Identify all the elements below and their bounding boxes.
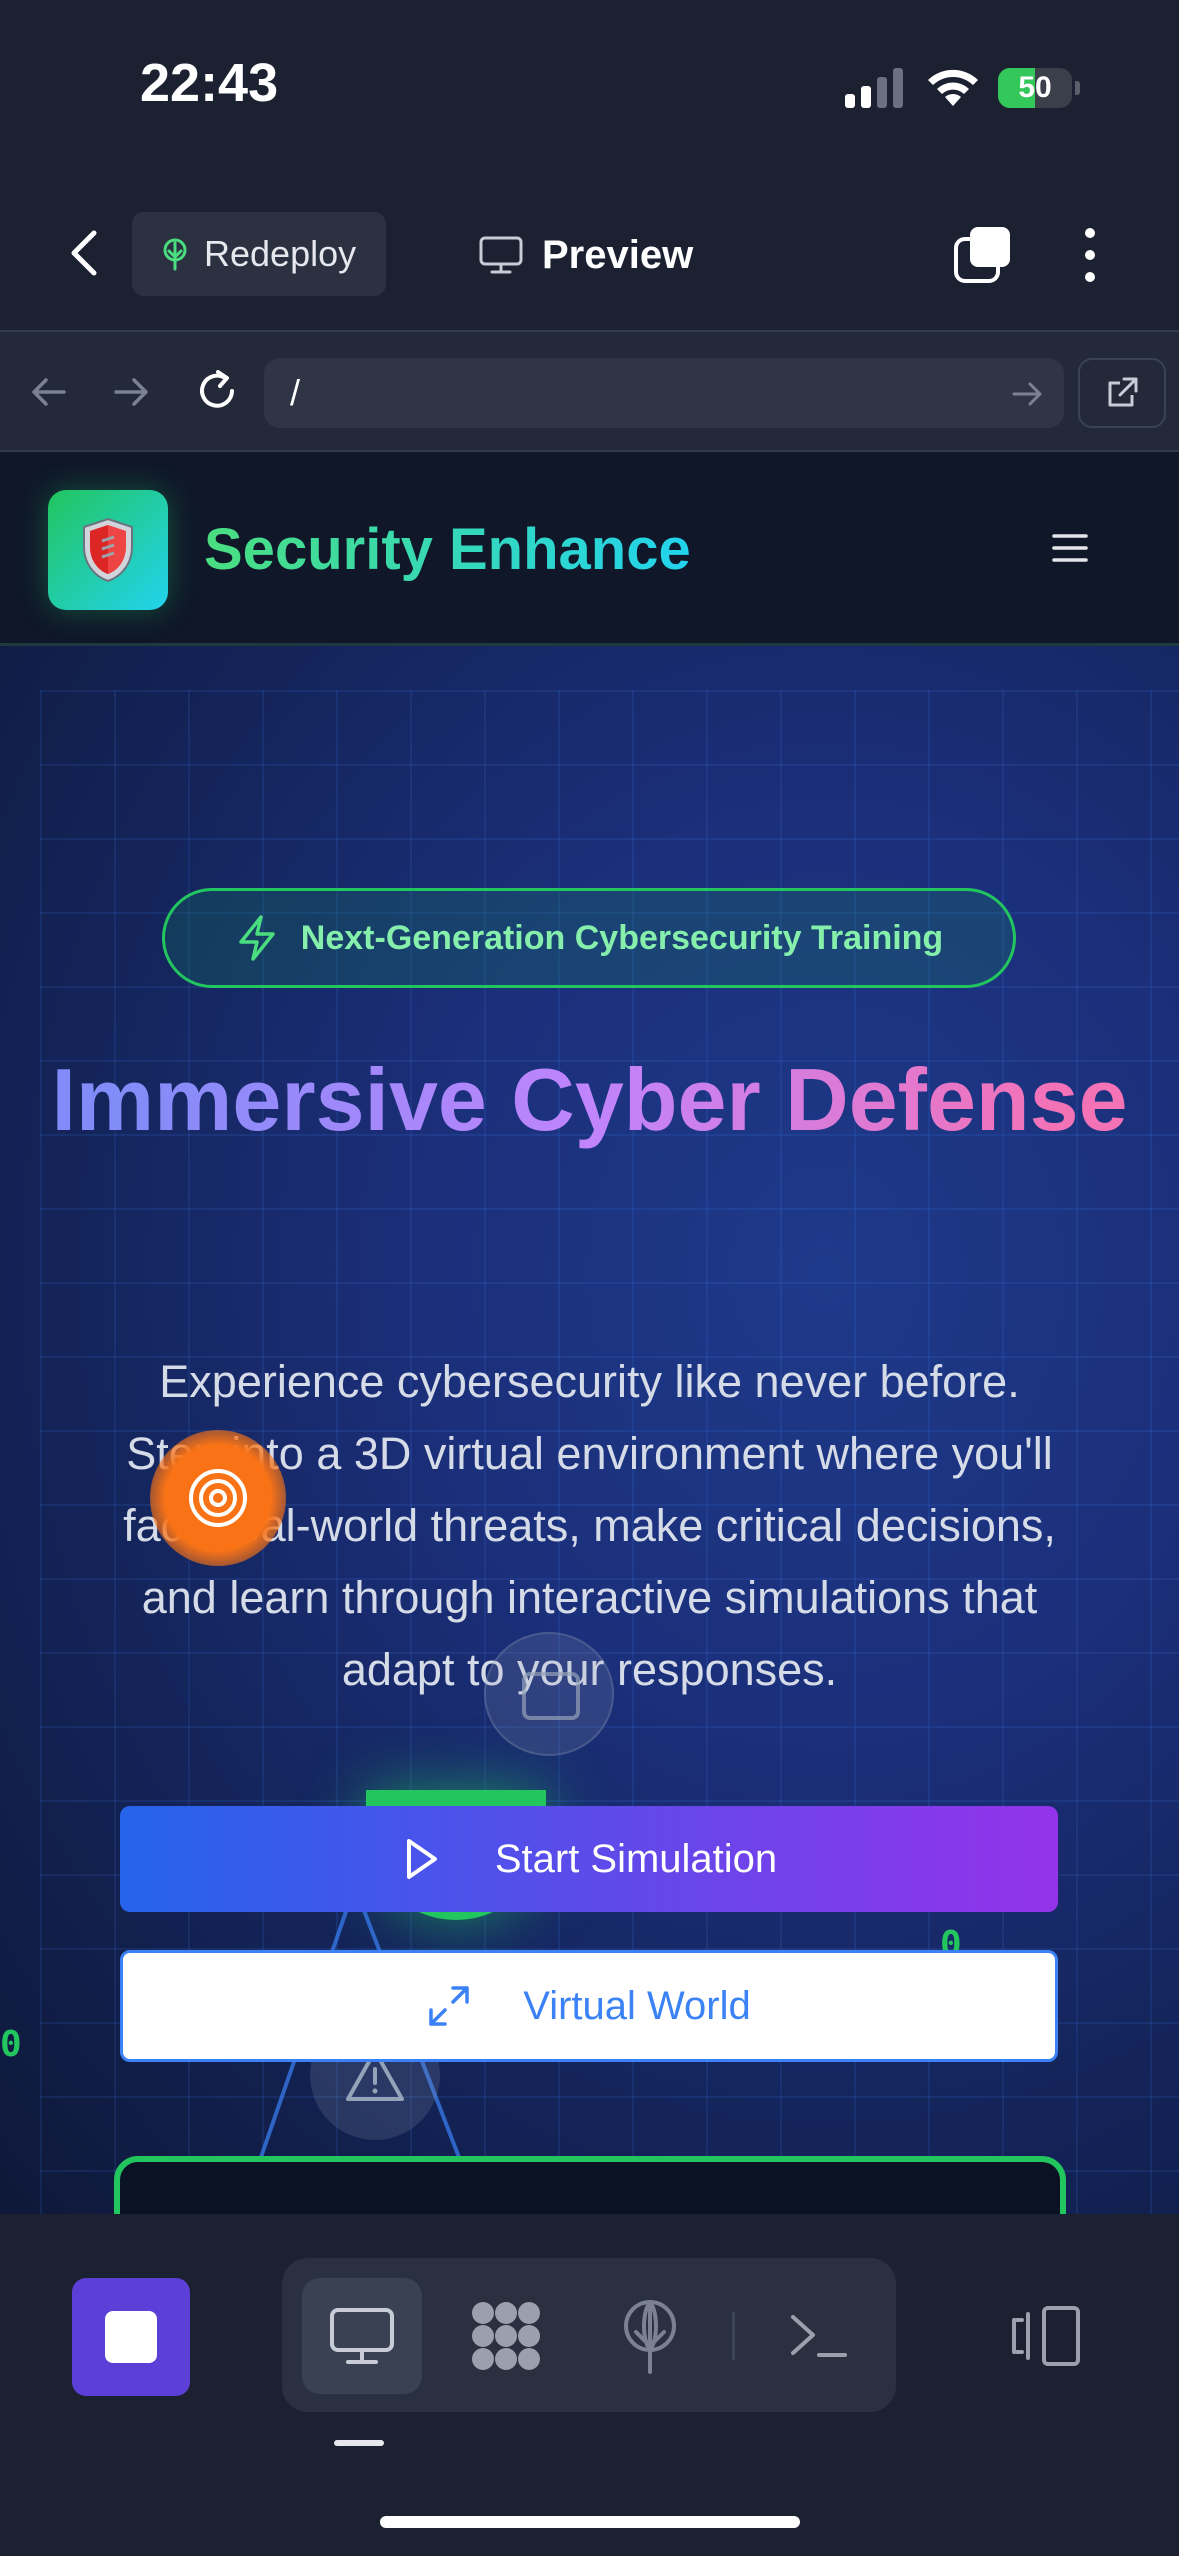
floating-digit: 0 [0, 2024, 22, 2065]
virtual-world-label: Virtual World [523, 1983, 751, 2028]
folder-node-decoration [484, 1632, 614, 1756]
terminal-icon [791, 2315, 847, 2357]
hero-badge-label: Next-Generation Cybersecurity Training [300, 918, 944, 957]
browser-url-bar: / [0, 330, 1179, 452]
lightning-icon [239, 915, 275, 961]
divider [732, 2312, 735, 2360]
site-header: Security Enhance [0, 452, 1179, 646]
go-arrow-icon[interactable] [1010, 376, 1046, 412]
reload-icon[interactable] [192, 366, 242, 416]
split-view-icon[interactable] [1008, 2304, 1084, 2368]
site-title[interactable]: Security Enhance [204, 516, 691, 583]
app-bar: Redeploy Preview [0, 175, 1179, 330]
modules-tab[interactable] [446, 2278, 566, 2394]
cellular-signal-icon [845, 68, 903, 108]
monitor-icon [330, 2308, 394, 2364]
hero-badge: Next-Generation Cybersecurity Training [162, 888, 1016, 988]
deploy-tab[interactable] [590, 2278, 710, 2394]
home-indicator [380, 2516, 800, 2528]
active-tab-indicator [334, 2440, 384, 2446]
bottom-toolbar [0, 2214, 1179, 2556]
hero-title: Immersive Cyber Defense [0, 1046, 1179, 1154]
more-vertical-icon[interactable] [1072, 225, 1108, 285]
battery-indicator: 50 [998, 68, 1080, 108]
battery-level: 50 [1018, 71, 1052, 104]
preview-button[interactable]: Preview [478, 215, 693, 295]
virtual-world-button[interactable]: Virtual World [120, 1950, 1058, 2062]
preview-label: Preview [542, 232, 694, 277]
tree-icon [624, 2300, 676, 2374]
redeploy-button[interactable]: Redeploy [132, 212, 386, 296]
monitor-icon [479, 236, 523, 274]
redeploy-label: Redeploy [204, 233, 357, 274]
status-bar: 22:43 50 [0, 0, 1179, 175]
view-switcher [282, 2258, 896, 2412]
expand-icon [429, 1986, 469, 2026]
site-logo[interactable] [48, 490, 168, 610]
stop-button[interactable] [72, 2278, 190, 2396]
status-time: 22:43 [140, 53, 279, 113]
open-external-button[interactable] [1078, 358, 1166, 428]
preview-tab[interactable] [302, 2278, 422, 2394]
chevron-left-icon[interactable] [60, 225, 110, 281]
start-simulation-button[interactable]: Start Simulation [120, 1806, 1058, 1912]
url-input[interactable]: / [264, 358, 1064, 428]
arrow-left-icon[interactable] [26, 370, 70, 414]
target-icon [150, 1430, 286, 1566]
tabs-icon[interactable] [952, 225, 1012, 285]
stop-icon [105, 2311, 157, 2363]
start-simulation-label: Start Simulation [494, 1836, 778, 1881]
terminal-tab[interactable] [758, 2278, 878, 2394]
arrow-right-icon[interactable] [110, 370, 154, 414]
external-link-icon [1108, 377, 1138, 407]
tree-icon [163, 238, 187, 271]
play-icon [406, 1839, 437, 1879]
wifi-icon [928, 69, 978, 106]
hamburger-icon[interactable] [1050, 530, 1090, 566]
grid-blob-icon [472, 2302, 540, 2370]
shield-icon [83, 517, 133, 583]
